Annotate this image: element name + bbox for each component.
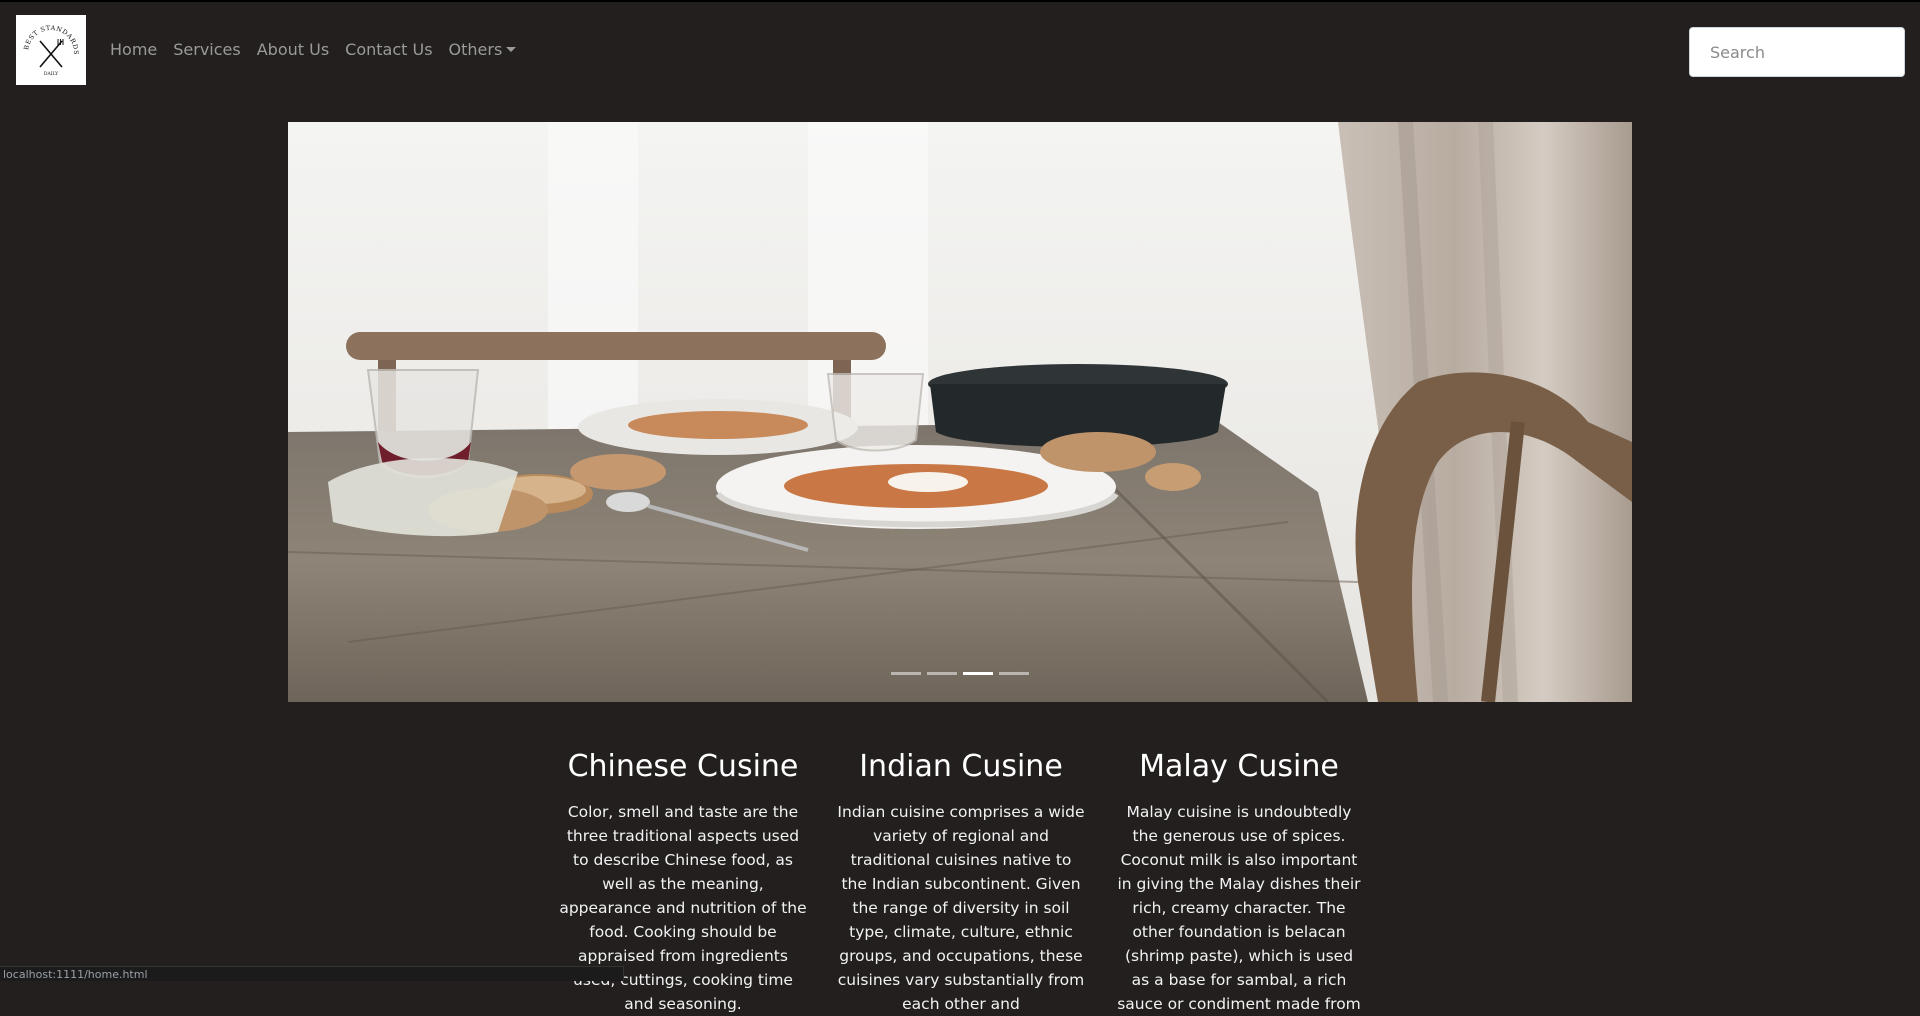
navbar: BEST STANDARDS DAILY Home Services About… xyxy=(0,2,1920,98)
carousel-indicator-2[interactable] xyxy=(927,672,957,675)
card-title: Chinese Cusine xyxy=(567,749,799,784)
card-text: Color, smell and taste are the three tra… xyxy=(559,803,807,1013)
fork-knife-logo-icon: BEST STANDARDS DAILY xyxy=(22,24,80,77)
carousel-indicator-3[interactable] xyxy=(963,672,993,675)
cuisine-card-malay: Malay Cusine Malay cuisine is undoubtedl… xyxy=(1109,748,1369,1016)
dining-table-photo-icon xyxy=(288,122,1632,702)
carousel-indicator-1[interactable] xyxy=(891,672,921,675)
card-text: Indian cuisine comprises a wide variety … xyxy=(837,803,1085,1013)
svg-text:DAILY: DAILY xyxy=(44,71,59,77)
hero-carousel[interactable] xyxy=(288,122,1632,702)
main-nav: Home Services About Us Contact Us Others xyxy=(110,40,532,59)
svg-text:BEST STANDARDS: BEST STANDARDS xyxy=(22,24,80,55)
nav-contact-link[interactable]: Contact Us xyxy=(345,40,432,59)
carousel-indicators xyxy=(891,672,1029,675)
card-text: Malay cuisine is undoubtedly the generou… xyxy=(1117,803,1361,1013)
nav-others-dropdown[interactable]: Others xyxy=(449,40,517,59)
cuisine-card-indian: Indian Cusine Indian cuisine comprises a… xyxy=(831,748,1091,1016)
brand-logo[interactable]: BEST STANDARDS DAILY xyxy=(16,15,86,85)
card-title: Indian Cusine xyxy=(859,749,1063,784)
carousel-indicator-4[interactable] xyxy=(999,672,1029,675)
nav-services-link[interactable]: Services xyxy=(173,40,240,59)
browser-status-bar: localhost:1111/home.html xyxy=(0,966,624,981)
nav-about-link[interactable]: About Us xyxy=(257,40,329,59)
nav-home-link[interactable]: Home xyxy=(110,40,157,59)
search-input[interactable] xyxy=(1689,27,1905,77)
card-title: Malay Cusine xyxy=(1139,749,1339,784)
cuisine-cards: Chinese Cusine Color, smell and taste ar… xyxy=(553,748,1387,1016)
